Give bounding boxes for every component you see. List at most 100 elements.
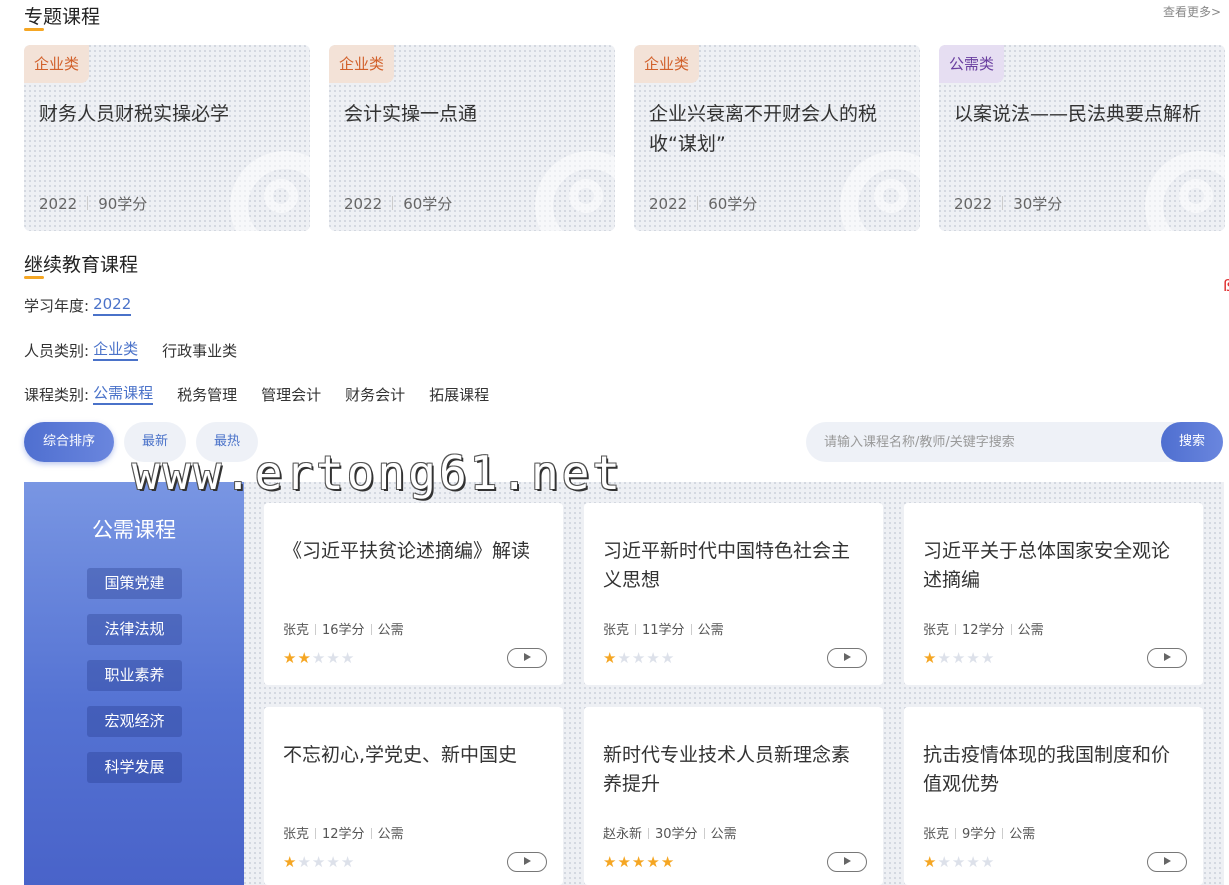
- side-item-science[interactable]: 科学发展: [87, 752, 182, 783]
- divider: [1010, 624, 1012, 635]
- topic-tag: 企业类: [24, 45, 90, 83]
- decor-ring-icon: [569, 179, 603, 213]
- course-type: 公需: [710, 827, 737, 842]
- side-item-macro-economy[interactable]: 宏观经济: [87, 706, 182, 737]
- category-option-tax[interactable]: 税务管理: [177, 384, 237, 405]
- star-icon: ★: [966, 649, 981, 667]
- divider: [690, 624, 692, 635]
- play-icon[interactable]: [1147, 852, 1187, 872]
- topic-card[interactable]: 企业类 企业兴衰离不开财会人的税收“谋划” 2022 60学分: [634, 45, 920, 231]
- category-filter: 课程类别: 公需课程 税务管理 管理会计 财务会计 拓展课程: [24, 384, 489, 405]
- course-card[interactable]: 习近平新时代中国特色社会主义思想 张克 11学分 公需 ★★★★★: [584, 503, 883, 685]
- course-card[interactable]: 《习近平扶贫论述摘编》解读 张克 16学分 公需 ★★★★★: [264, 503, 563, 685]
- decor-ring-icon: [264, 179, 298, 213]
- topic-credits: 60学分: [708, 195, 758, 213]
- continuing-title-underline: [24, 276, 44, 279]
- star-icon: ★: [283, 649, 298, 667]
- search-box: 搜索: [806, 422, 1223, 462]
- star-icon: ★: [326, 853, 341, 871]
- topic-credits: 60学分: [403, 195, 453, 213]
- people-filter: 人员类别: 企业类 行政事业类: [24, 340, 237, 361]
- category-option-management-accounting[interactable]: 管理会计: [261, 384, 321, 405]
- star-icon: ★: [660, 649, 676, 667]
- side-item-law[interactable]: 法律法规: [87, 614, 182, 645]
- star-icon: ★: [980, 649, 996, 667]
- course-card[interactable]: 抗击疫情体现的我国制度和价值观优势 张克 9学分 公需 ★★★★★: [904, 707, 1203, 885]
- topic-year: 2022: [344, 195, 383, 213]
- star-icon: ★: [283, 853, 298, 871]
- course-credits: 12学分: [322, 827, 365, 842]
- course-card[interactable]: 不忘初心,学党史、新中国史 张克 12学分 公需 ★★★★★: [264, 707, 563, 885]
- topic-meta: 2022 90学分: [39, 193, 147, 214]
- course-teacher: 赵永新: [603, 827, 643, 842]
- course-type: 公需: [377, 827, 404, 842]
- course-title: 不忘初心,学党史、新中国史: [283, 744, 518, 766]
- course-card[interactable]: 习近平关于总体国家安全观论述摘编 张克 12学分 公需 ★★★★★: [904, 503, 1203, 685]
- category-option-extension[interactable]: 拓展课程: [429, 384, 489, 405]
- year-filter-label: 学习年度:: [24, 297, 90, 315]
- sort-newest-button[interactable]: 最新: [124, 422, 186, 462]
- sort-hottest-button[interactable]: 最热: [196, 422, 258, 462]
- course-meta: 赵永新 30学分 公需: [603, 823, 737, 842]
- side-panel-title: 公需课程: [92, 518, 176, 542]
- sort-comprehensive-button[interactable]: 综合排序: [24, 422, 114, 462]
- star-icon: ★: [937, 649, 952, 667]
- decor-ring-icon: [874, 179, 908, 213]
- course-card[interactable]: 新时代专业技术人员新理念素养提升 赵永新 30学分 公需 ★★★★★: [584, 707, 883, 885]
- people-option-admin[interactable]: 行政事业类: [162, 340, 237, 361]
- course-credits: 12学分: [962, 623, 1005, 638]
- topic-tag: 公需类: [939, 45, 1005, 83]
- course-credits: 9学分: [962, 827, 997, 842]
- star-icon: ★: [603, 853, 618, 871]
- play-icon[interactable]: [507, 852, 547, 872]
- topic-card[interactable]: 企业类 会计实操一点通 2022 60学分: [329, 45, 615, 231]
- topic-credits: 90学分: [98, 195, 148, 213]
- topic-title: 以案说法——民法典要点解析: [954, 103, 1202, 125]
- divider: [697, 196, 699, 210]
- divider: [370, 624, 372, 635]
- topic-year: 2022: [954, 195, 993, 213]
- topic-meta: 2022 60学分: [649, 193, 757, 214]
- play-icon[interactable]: [507, 648, 547, 668]
- edge-mark-icon: ß: [1223, 276, 1229, 295]
- topic-credits: 30学分: [1013, 195, 1063, 213]
- divider: [955, 828, 957, 839]
- topic-meta: 2022 60学分: [344, 193, 452, 214]
- rating-stars: ★★★★★: [923, 649, 995, 667]
- category-option-financial-accounting[interactable]: 财务会计: [345, 384, 405, 405]
- search-button[interactable]: 搜索: [1161, 422, 1223, 462]
- star-icon: ★: [646, 649, 661, 667]
- topic-title: 企业兴衰离不开财会人的税收“谋划”: [649, 103, 878, 155]
- decor-ring-icon: [1179, 179, 1213, 213]
- rating-stars: ★★★★★: [923, 853, 995, 871]
- topic-title: 财务人员财税实操必学: [39, 103, 230, 125]
- topic-card[interactable]: 公需类 以案说法——民法典要点解析 2022 30学分: [939, 45, 1225, 231]
- side-item-policy[interactable]: 国策党建: [87, 568, 182, 599]
- side-item-professional[interactable]: 职业素养: [87, 660, 182, 691]
- people-option-enterprise[interactable]: 企业类: [93, 340, 139, 361]
- course-teacher: 张克: [923, 623, 950, 638]
- topic-title: 会计实操一点通: [344, 103, 478, 125]
- year-option-2022[interactable]: 2022: [93, 295, 132, 316]
- play-icon[interactable]: [827, 648, 867, 668]
- play-icon[interactable]: [827, 852, 867, 872]
- topic-card[interactable]: 企业类 财务人员财税实操必学 2022 90学分: [24, 45, 310, 231]
- play-icon[interactable]: [1147, 648, 1187, 668]
- topic-year: 2022: [649, 195, 688, 213]
- category-option-public[interactable]: 公需课程: [93, 384, 154, 405]
- topic-tag: 企业类: [634, 45, 700, 83]
- divider: [1002, 196, 1004, 210]
- rating-stars: ★★★★★: [603, 853, 675, 871]
- course-title: 新时代专业技术人员新理念素养提升: [603, 744, 851, 795]
- course-credits: 11学分: [642, 623, 685, 638]
- star-icon: ★: [340, 649, 356, 667]
- rating-stars: ★★★★★: [283, 649, 355, 667]
- rating-stars: ★★★★★: [283, 853, 355, 871]
- topics-title: 专题课程: [24, 6, 101, 28]
- see-more-link[interactable]: 查看更多>: [1163, 3, 1221, 20]
- search-input[interactable]: [824, 422, 1154, 462]
- course-teacher: 张克: [603, 623, 630, 638]
- star-icon: ★: [297, 853, 312, 871]
- course-type: 公需: [1017, 623, 1044, 638]
- course-meta: 张克 16学分 公需: [283, 619, 404, 638]
